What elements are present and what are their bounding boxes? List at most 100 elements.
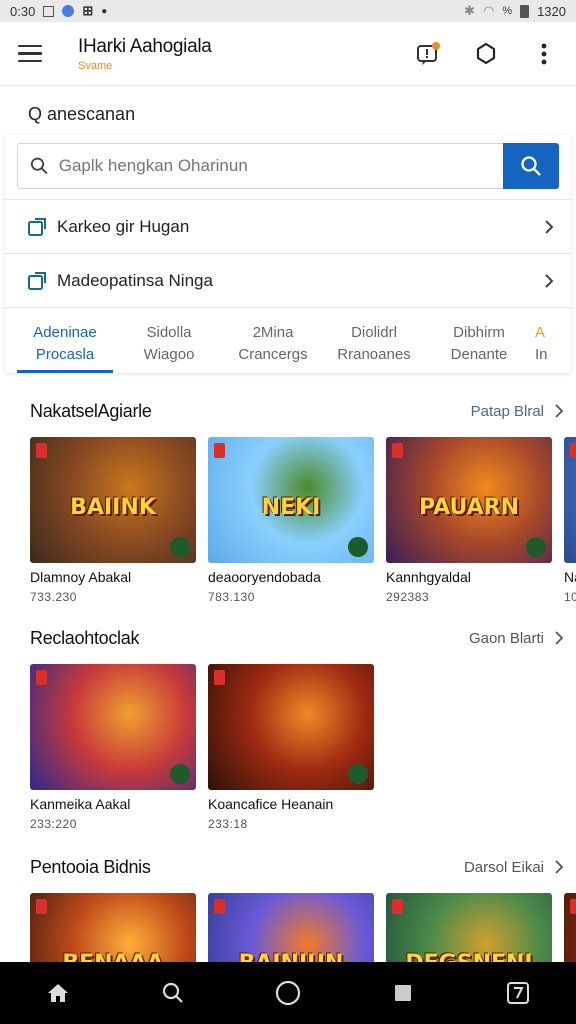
notification-glyph-icon: ⊞ [82, 3, 94, 18]
shelf-see-more-link[interactable]: Patap Blral [471, 403, 564, 420]
game-thumbnail: BAIINK [30, 437, 196, 563]
menu-icon[interactable] [18, 44, 42, 63]
chevron-right-icon [555, 404, 564, 418]
search-icon [521, 156, 541, 176]
game-count: 733.230 [30, 590, 77, 604]
tab-3[interactable]: Diolidrl Rranoanes [321, 308, 427, 373]
rating-badge-icon [170, 537, 190, 557]
tab-label-line1: 2Mina [252, 324, 294, 341]
tab-1[interactable]: Sidolla Wiagoo [113, 308, 225, 373]
shelf-title: NakatselAgiarle [30, 400, 152, 421]
rating-badge-icon [526, 537, 546, 557]
search-button[interactable] [503, 143, 559, 189]
game-count: 1032 [564, 590, 576, 604]
circle-home-icon[interactable] [268, 973, 308, 1013]
game-tile[interactable]: Kanmeika Aakal 233:220 [30, 664, 196, 831]
game-art-title: NEKI [261, 494, 321, 520]
app-icon[interactable] [498, 973, 538, 1013]
search-icon[interactable] [153, 973, 193, 1013]
search-input-box[interactable] [17, 143, 503, 189]
dot-icon: ● [101, 5, 108, 17]
game-art-title: PAUARN [418, 494, 520, 520]
game-tile[interactable]: Koancafice Heanain 233:18 [208, 664, 374, 831]
bluetooth-icon: ✱ [464, 3, 475, 18]
shelf-see-more-link[interactable]: Darsol Eikai [464, 859, 564, 876]
shelf-see-more-link[interactable]: Gaon Blarti [469, 630, 564, 647]
wifi-icon: ◠ [482, 3, 495, 18]
app-title: IHarki Aahogiala [78, 35, 212, 57]
square-recents-icon[interactable] [383, 973, 423, 1013]
tab-0[interactable]: Adeninae Procasla [17, 308, 113, 373]
quick-link-label: Karkeo gir Hugan [57, 216, 190, 236]
bottom-navigation [0, 962, 576, 1024]
app-notification-icon [62, 5, 75, 17]
publisher-badge-icon [570, 899, 576, 914]
game-art-title: BAIINK [70, 494, 156, 520]
game-name: Koancafice Heanain [208, 796, 334, 812]
shelf-title: Reclaohtoclak [30, 627, 140, 648]
more-options-icon[interactable] [530, 40, 558, 68]
tab-label-line2: Wiagoo [143, 346, 195, 363]
game-name: deaooryendobada [208, 569, 321, 585]
tab-2[interactable]: 2Mina Crancergs [225, 308, 321, 373]
tab-label-line1: Adeninae [33, 324, 97, 341]
home-icon[interactable] [38, 973, 78, 1013]
see-more-label: Patap Blral [470, 402, 544, 420]
tab-label-line2: Procasla [35, 346, 95, 363]
game-tile[interactable]: NEKI deaooryendobada 783.130 [208, 437, 374, 604]
app-subtitle: Svame [78, 59, 113, 72]
tab-label-line2: Rranoanes [337, 346, 411, 363]
game-tile[interactable]: PAUARN Kannhgyaldal 292383 [386, 437, 552, 604]
game-thumbnail [564, 437, 576, 563]
game-thumbnail: PAUARN [386, 437, 552, 563]
game-tile[interactable]: BAIINK Dlamnoy Abakal 733.230 [30, 437, 196, 604]
shelf-row: Kanmeika Aakal 233:220 Koancafice Heanain 2… [0, 664, 576, 831]
chat-notification-icon[interactable] [414, 40, 442, 68]
quick-link-2[interactable]: Madeopatinsa Ninga [5, 253, 571, 307]
game-name: Kanmeika Aakal [30, 796, 131, 812]
game-count: 292383 [386, 590, 430, 604]
search-input[interactable] [58, 156, 491, 176]
game-thumbnail [30, 664, 196, 790]
chevron-right-icon [555, 860, 564, 874]
app-bar: IHarki Aahogiala Svame [0, 22, 576, 86]
game-thumbnail [208, 664, 374, 790]
game-count: 783.130 [208, 590, 255, 604]
status-time: 0:30 [10, 3, 36, 19]
content-shelves: NakatselAgiarle Patap Blral BAIINK Dlamnoy … [0, 391, 576, 1024]
tab-label-line2: Crancergs [238, 346, 308, 363]
app-title-block: IHarki Aahogiala Svame [78, 36, 212, 72]
game-thumbnail: NEKI [208, 437, 374, 563]
rating-badge-icon [348, 764, 368, 784]
chevron-right-icon [545, 219, 554, 234]
game-name: Kannhgyaldal [386, 569, 471, 585]
tab-4[interactable]: Dibhirm Denante [427, 308, 531, 373]
chevron-right-icon [555, 631, 564, 645]
tab-label-line1: Dibhirm [453, 324, 505, 341]
tab-5[interactable]: A In [531, 308, 561, 373]
notification-icon [43, 5, 55, 17]
shelf-header: Reclaohtoclak Gaon Blarti [0, 618, 576, 658]
see-more-label: Gaon Blarti [468, 629, 544, 647]
external-link-icon [28, 217, 46, 236]
badge-icon[interactable] [472, 40, 500, 68]
publisher-badge-icon [214, 899, 225, 914]
rating-badge-icon [170, 764, 190, 784]
publisher-badge-icon [36, 443, 47, 458]
publisher-badge-icon [570, 443, 576, 458]
publisher-badge-icon [214, 670, 225, 685]
signal-icon: % [502, 5, 513, 17]
game-tile[interactable]: Nam 1032 [564, 437, 576, 604]
publisher-badge-icon [36, 899, 47, 914]
publisher-badge-icon [36, 670, 47, 685]
search-icon [30, 157, 48, 175]
tab-label-line1: A [535, 324, 546, 341]
quick-link-1[interactable]: Karkeo gir Hugan [5, 199, 571, 253]
tab-label-line2: Denante [450, 346, 508, 363]
publisher-badge-icon [214, 443, 225, 458]
tab-label-line1: Diolidrl [351, 324, 397, 341]
tab-label-line2: In [535, 346, 548, 363]
category-tabs: Adeninae Procasla Sidolla Wiagoo 2Mina C… [5, 307, 571, 373]
battery-icon [520, 4, 530, 18]
publisher-badge-icon [392, 899, 403, 914]
